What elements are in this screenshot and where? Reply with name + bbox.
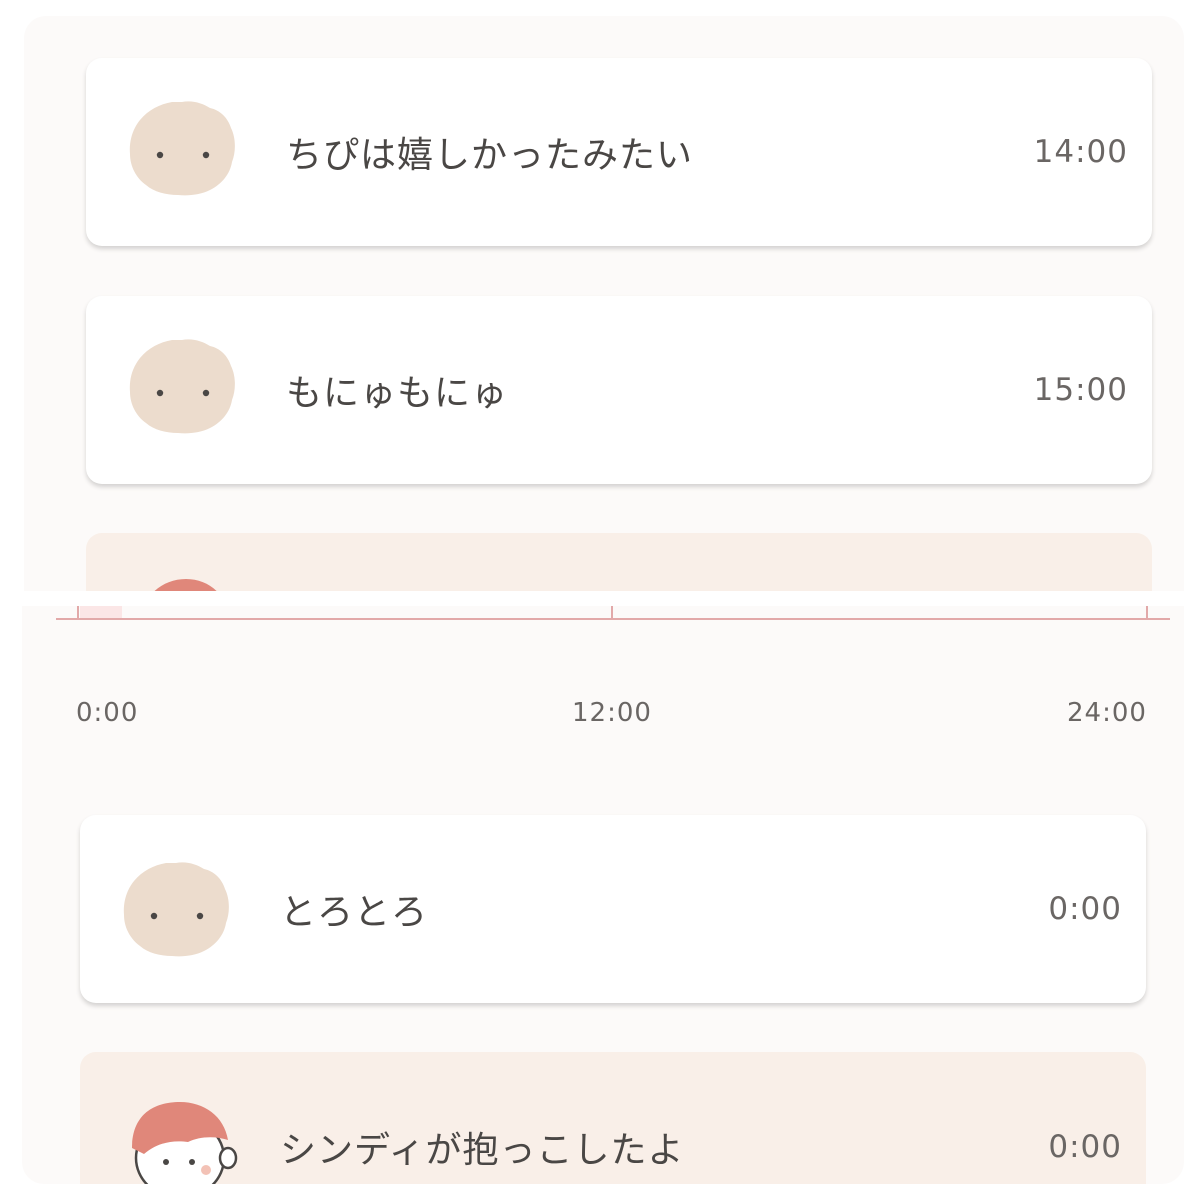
event-time: 0:00 — [1048, 891, 1122, 927]
timeline-tick — [1146, 606, 1148, 618]
event-card[interactable]: ちぴは嬉しかったみたい 14:00 — [86, 58, 1152, 246]
event-card-partial[interactable] — [86, 533, 1152, 591]
event-time: 0:00 — [1048, 1129, 1122, 1165]
person-face-icon — [154, 579, 217, 591]
event-card[interactable]: とろとろ 0:00 — [80, 815, 1146, 1003]
timeline-line — [56, 618, 1170, 620]
event-time: 15:00 — [1033, 372, 1128, 408]
fluffy-face-icon — [129, 339, 235, 434]
event-card[interactable]: もにゅもにゅ 15:00 — [86, 296, 1152, 484]
fluffy-face-icon — [123, 862, 229, 957]
event-label: とろとろ — [280, 892, 429, 933]
top-event-list: ちぴは嬉しかったみたい 14:00 もにゅもにゅ 15:00 — [24, 16, 1184, 591]
event-card-highlighted[interactable]: シンディが抱っこしたよ 0:00 — [80, 1052, 1146, 1184]
fluffy-face-icon — [129, 101, 235, 196]
timeline-label-end: 24:00 — [1067, 698, 1147, 728]
timeline-label-mid: 12:00 — [572, 698, 652, 728]
person-face-icon — [132, 1102, 238, 1184]
bottom-panel: 0:00 12:00 24:00 とろとろ 0:00 シンディが抱っこしたよ 0… — [22, 606, 1184, 1184]
timeline-label-start: 0:00 — [76, 698, 139, 728]
timeline-current-marker — [80, 606, 122, 618]
event-label: シンディが抱っこしたよ — [280, 1130, 685, 1171]
event-label: もにゅもにゅ — [286, 373, 509, 414]
event-label: ちぴは嬉しかったみたい — [286, 135, 694, 176]
timeline-tick — [611, 606, 613, 618]
event-time: 14:00 — [1033, 134, 1128, 170]
timeline-tick — [77, 606, 79, 618]
